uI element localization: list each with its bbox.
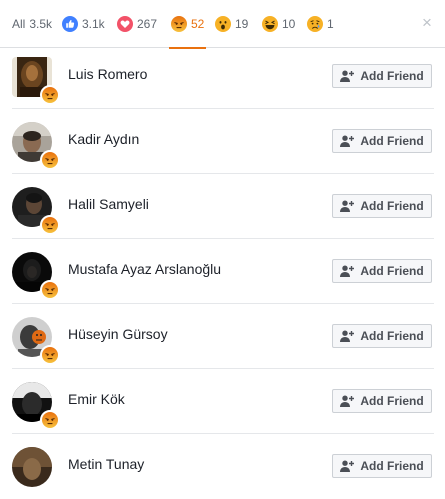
add-friend-label: Add Friend — [360, 199, 424, 213]
add-friend-icon — [340, 395, 355, 407]
add-friend-label: Add Friend — [360, 69, 424, 83]
list-item: Emir Kök Add Friend — [12, 369, 434, 434]
tab-haha[interactable]: 10 — [262, 0, 295, 48]
add-friend-label: Add Friend — [360, 264, 424, 278]
add-friend-button[interactable]: Add Friend — [332, 194, 432, 218]
add-friend-icon — [340, 265, 355, 277]
person-name[interactable]: Mustafa Ayaz Arslanoğlu — [68, 261, 221, 277]
add-friend-label: Add Friend — [360, 459, 424, 473]
add-friend-icon — [340, 70, 355, 82]
avatar[interactable] — [12, 447, 52, 487]
person-name[interactable]: Emir Kök — [68, 391, 125, 407]
avatar-wrap — [12, 187, 60, 235]
list-item: Metin Tunay Add Friend — [12, 434, 434, 499]
tab-like-count: 3.1k — [82, 17, 105, 31]
add-friend-label: Add Friend — [360, 134, 424, 148]
add-friend-button[interactable]: Add Friend — [332, 129, 432, 153]
add-friend-button[interactable]: Add Friend — [332, 324, 432, 348]
avatar-wrap — [12, 252, 60, 300]
tab-love[interactable]: 267 — [117, 0, 157, 48]
person-name[interactable]: Metin Tunay — [68, 456, 144, 472]
person-name[interactable]: Hüseyin Gürsoy — [68, 326, 168, 342]
person-name[interactable]: Luis Romero — [68, 66, 147, 82]
close-icon[interactable]: × — [418, 14, 436, 32]
tab-sad-count: 1 — [327, 17, 334, 31]
tab-like[interactable]: 3.1k — [62, 0, 105, 48]
tab-wow[interactable]: 19 — [215, 0, 248, 48]
tab-haha-count: 10 — [282, 17, 296, 31]
add-friend-button[interactable]: Add Friend — [332, 259, 432, 283]
wow-icon — [215, 16, 231, 32]
angry-icon — [40, 280, 60, 300]
add-friend-label: Add Friend — [360, 329, 424, 343]
add-friend-icon — [340, 330, 355, 342]
love-icon — [117, 16, 133, 32]
list-item: Hüseyin Gürsoy Add Friend — [12, 304, 434, 369]
list-item: Halil Samyeli Add Friend — [12, 174, 434, 239]
tab-love-count: 267 — [137, 17, 158, 31]
avatar-wrap — [12, 57, 60, 105]
add-friend-button[interactable]: Add Friend — [332, 64, 432, 88]
angry-icon — [40, 150, 60, 170]
tab-all[interactable]: All 3.5k — [12, 0, 52, 48]
list-item: Mustafa Ayaz Arslanoğlu Add Friend — [12, 239, 434, 304]
sad-icon — [307, 16, 323, 32]
avatar-wrap — [12, 382, 60, 430]
tab-all-count: 3.5k — [29, 17, 53, 31]
tab-sad[interactable]: 1 — [307, 0, 334, 48]
add-friend-button[interactable]: Add Friend — [332, 454, 432, 478]
person-name[interactable]: Halil Samyeli — [68, 196, 149, 212]
angry-icon — [171, 16, 187, 32]
avatar-wrap — [12, 447, 52, 487]
angry-icon — [40, 345, 60, 365]
tab-wow-count: 19 — [235, 17, 249, 31]
tab-angry-count: 52 — [191, 17, 205, 31]
tab-all-label: All — [12, 17, 26, 31]
angry-icon — [40, 215, 60, 235]
list-item: Kadir Aydın Add Friend — [12, 109, 434, 174]
list-item: Luis Romero Add Friend — [12, 44, 434, 109]
angry-icon — [40, 85, 60, 105]
haha-icon — [262, 16, 278, 32]
add-friend-icon — [340, 200, 355, 212]
person-name[interactable]: Kadir Aydın — [68, 131, 139, 147]
tab-angry[interactable]: 52 — [168, 0, 207, 49]
reaction-tabs: All 3.5k 3.1k 267 52 19 10 1 × — [0, 0, 445, 49]
avatar-wrap — [12, 317, 60, 365]
add-friend-button[interactable]: Add Friend — [332, 389, 432, 413]
add-friend-icon — [340, 135, 355, 147]
like-icon — [62, 16, 78, 32]
angry-icon — [40, 410, 60, 430]
add-friend-label: Add Friend — [360, 394, 424, 408]
avatar-wrap — [12, 122, 60, 170]
add-friend-icon — [340, 460, 355, 472]
